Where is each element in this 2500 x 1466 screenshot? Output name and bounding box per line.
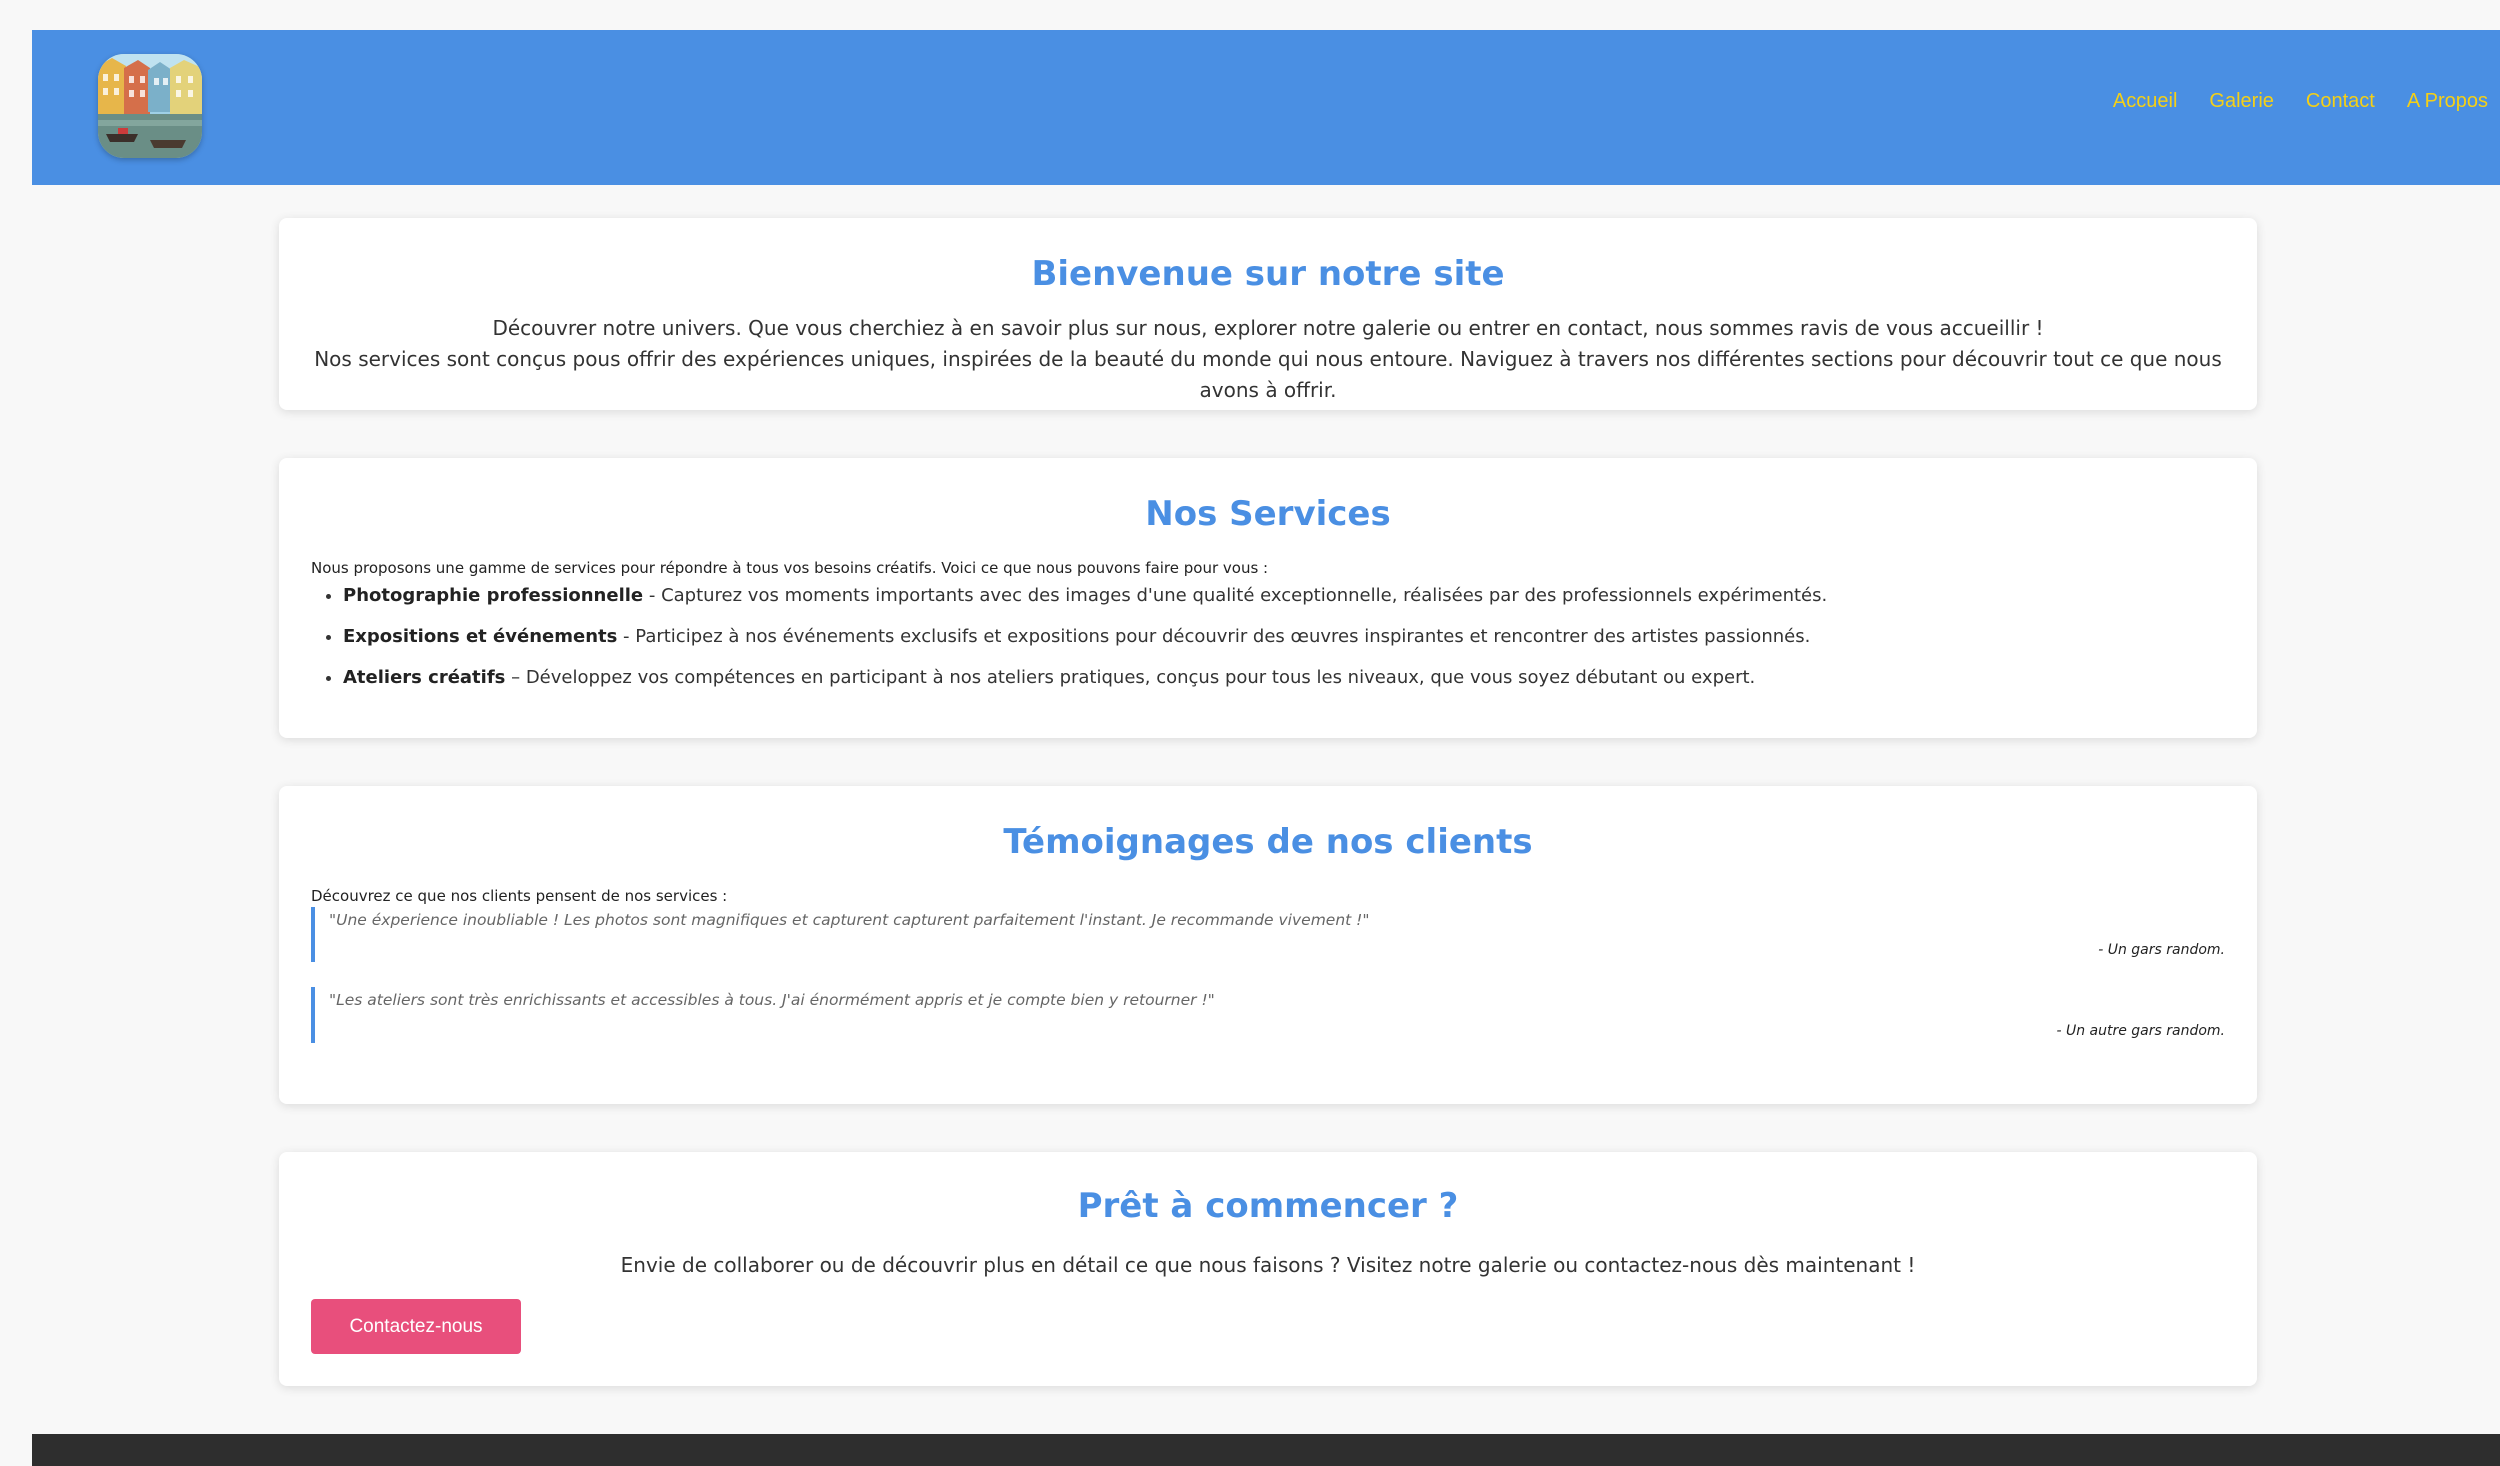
main-nav: Accueil Galerie Contact A Propos bbox=[2113, 90, 2488, 113]
testimonial-author: - Un gars random. bbox=[2098, 942, 2225, 958]
canal-town-image bbox=[98, 54, 202, 158]
service-description: - Capturez vos moments importants avec d… bbox=[643, 585, 1828, 606]
site-logo[interactable] bbox=[98, 54, 202, 158]
testimonial-quote: "Les ateliers sont très enrichissants et… bbox=[311, 987, 2225, 1043]
service-description: - Participez à nos événements exclusifs … bbox=[617, 626, 1811, 647]
cta-title: Prêt à commencer ? bbox=[1077, 1186, 1459, 1226]
list-item: Ateliers créatifs – Développez vos compé… bbox=[343, 667, 2225, 689]
services-intro: Nous proposons une gamme de services pou… bbox=[311, 559, 1269, 577]
service-name: Ateliers créatifs bbox=[343, 667, 506, 688]
nav-link-a-propos[interactable]: A Propos bbox=[2407, 90, 2488, 113]
welcome-text-line-2: Nos services sont conçus pous offrir des… bbox=[314, 347, 2222, 402]
testimonial-text: "Les ateliers sont très enrichissants et… bbox=[329, 991, 1215, 1009]
site-header: Accueil Galerie Contact A Propos bbox=[32, 30, 2500, 185]
testimonials-title: Témoignages de nos clients bbox=[1003, 822, 1533, 862]
list-item: Expositions et événements - Participez à… bbox=[343, 626, 2225, 648]
cta-text: Envie de collaborer ou de découvrir plus… bbox=[620, 1253, 1916, 1277]
contact-us-button[interactable]: Contactez-nous bbox=[311, 1299, 521, 1354]
welcome-text-line-1: Découvrer notre univers. Que vous cherch… bbox=[492, 316, 2044, 340]
list-item: Photographie professionnelle - Capturez … bbox=[343, 585, 2225, 607]
welcome-title: Bienvenue sur notre site bbox=[1031, 254, 1505, 294]
nav-link-accueil[interactable]: Accueil bbox=[2113, 90, 2177, 113]
service-description: – Développez vos compétences en particip… bbox=[505, 667, 1756, 688]
welcome-card: Bienvenue sur notre site Découvrer notre… bbox=[279, 218, 2257, 410]
testimonial-text: "Une éxperience inoubliable ! Les photos… bbox=[329, 911, 1370, 929]
site-footer bbox=[32, 1434, 2500, 1466]
testimonial-author: - Un autre gars random. bbox=[2056, 1023, 2225, 1039]
nav-link-contact[interactable]: Contact bbox=[2306, 90, 2375, 113]
services-card: Nos Services Nous proposons une gamme de… bbox=[279, 458, 2257, 738]
services-title: Nos Services bbox=[1145, 494, 1391, 534]
service-name: Expositions et événements bbox=[343, 626, 618, 647]
testimonials-intro: Découvrez ce que nos clients pensent de … bbox=[311, 887, 728, 905]
cta-card: Prêt à commencer ? Envie de collaborer o… bbox=[279, 1152, 2257, 1386]
service-name: Photographie professionnelle bbox=[343, 585, 644, 606]
services-list: Photographie professionnelle - Capturez … bbox=[311, 585, 2225, 689]
nav-link-galerie[interactable]: Galerie bbox=[2209, 90, 2273, 113]
testimonial-quote: "Une éxperience inoubliable ! Les photos… bbox=[311, 907, 2225, 962]
testimonials-card: Témoignages de nos clients Découvrez ce … bbox=[279, 786, 2257, 1104]
